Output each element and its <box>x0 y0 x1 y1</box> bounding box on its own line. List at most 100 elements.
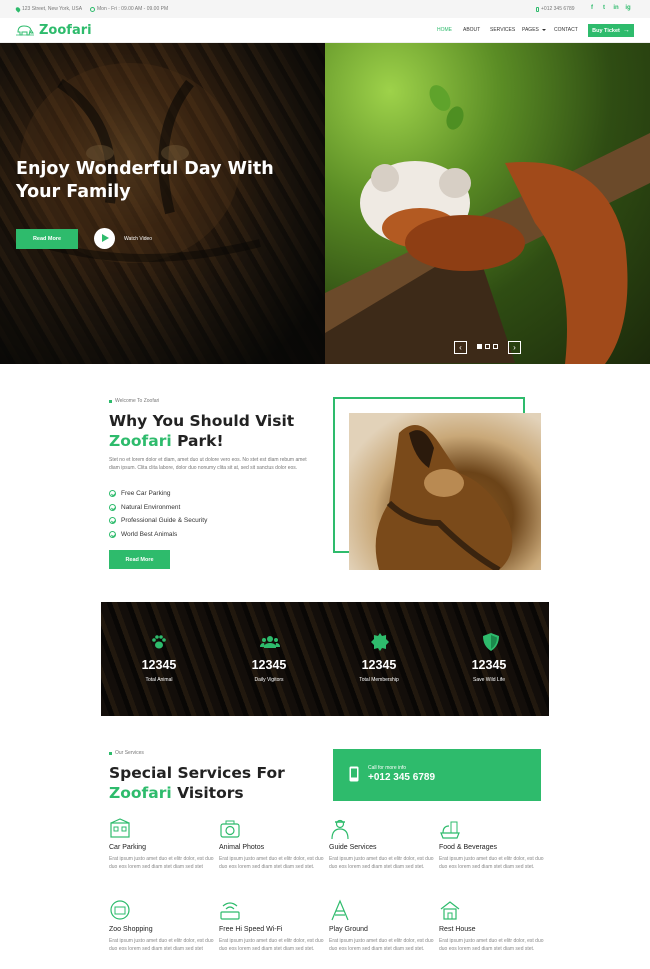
car-parking-icon <box>110 818 130 838</box>
service-title: Play Ground <box>329 926 368 933</box>
tag-marker-icon <box>109 751 112 755</box>
feature-item: World Best Animals <box>109 531 177 538</box>
hero-red-panda-image <box>325 43 650 364</box>
feature-label: Professional Guide & Security <box>121 517 208 524</box>
service-desc: Erat ipsum justo amet duo et elitr dolor… <box>439 938 544 952</box>
users-icon <box>260 636 280 648</box>
twitter-icon[interactable]: t <box>600 4 608 13</box>
clock-icon <box>90 6 95 12</box>
feature-item: Free Car Parking <box>109 490 171 497</box>
service-desc: Erat ipsum justo amet duo et elitr dolor… <box>219 938 324 952</box>
buy-ticket-label: Buy Ticket <box>592 27 620 34</box>
arrow-right-icon: → <box>622 27 630 34</box>
phone-info: +012 345 6789 <box>536 6 575 12</box>
feature-item: Professional Guide & Security <box>109 517 207 524</box>
nav-about[interactable]: ABOUT <box>463 27 480 33</box>
about-heading-rest: Park! <box>171 432 224 450</box>
about-read-more-button[interactable]: Read More <box>109 550 170 569</box>
stats-section: 12345 Total Animal 12345 Daily Vigitors … <box>101 602 549 716</box>
carousel-dot[interactable] <box>485 344 490 349</box>
check-circle-icon <box>109 531 116 538</box>
linkedin-icon[interactable]: in <box>612 4 620 13</box>
carousel-next-button[interactable]: › <box>508 341 521 354</box>
carousel-prev-button[interactable]: ‹ <box>454 341 467 354</box>
about-tag-text: Welcome To Zoofari <box>115 398 160 404</box>
tag-marker-icon <box>109 399 112 403</box>
top-bar: 123 Street, New York, USA Mon - Fri : 09… <box>0 0 650 18</box>
services-heading-rest: Visitors <box>171 784 244 802</box>
about-heading-line2: Zoofari Park! <box>109 431 329 451</box>
services-heading-brand: Zoofari <box>109 784 172 802</box>
feature-item: Natural Environment <box>109 504 180 511</box>
navbar: Zoofari HOME ABOUT SERVICES PAGES CONTAC… <box>0 18 650 43</box>
hero-read-more-button[interactable]: Read More <box>16 229 78 249</box>
about-heading: Why You Should Visit Zoofari Park! <box>109 411 329 451</box>
address-text: 123 Street, New York, USA <box>22 6 83 12</box>
about-paragraph: Stet no et lorem dolor et diam, amet duo… <box>109 457 307 471</box>
service-title: Zoo Shopping <box>109 926 153 933</box>
shopping-icon <box>110 900 130 920</box>
hours-text: Mon - Fri : 09.00 AM - 09.00 PM <box>97 6 169 12</box>
services-tag: Our Services <box>109 750 144 756</box>
service-desc: Erat ipsum justo amet duo et elitr dolor… <box>109 938 214 952</box>
nav-pages-label: PAGES <box>522 27 539 33</box>
about-heading-brand: Zoofari <box>109 432 172 450</box>
about-tag: Welcome To Zoofari <box>109 398 159 404</box>
brand-logo[interactable]: Zoofari <box>39 23 92 38</box>
certificate-icon <box>371 633 389 651</box>
feature-label: World Best Animals <box>121 531 178 538</box>
stat-value: 12345 <box>471 658 507 672</box>
services-heading: Special Services For Zoofari Visitors <box>109 763 329 803</box>
facebook-icon[interactable]: f <box>588 4 596 13</box>
service-title: Rest House <box>439 926 476 933</box>
service-title: Guide Services <box>329 844 377 851</box>
services-heading-line1: Special Services For <box>109 764 285 782</box>
service-title: Animal Photos <box>219 844 265 851</box>
about-heading-line1: Why You Should Visit <box>109 412 295 430</box>
elephant-logo-icon[interactable] <box>16 24 34 36</box>
service-desc: Erat ipsum justo amet duo et elitr dolor… <box>109 856 214 870</box>
service-desc: Erat ipsum justo amet duo et elitr dolor… <box>329 856 434 870</box>
address-info: 123 Street, New York, USA <box>14 5 83 13</box>
hours-info: Mon - Fri : 09.00 AM - 09.00 PM <box>90 6 168 12</box>
call-label: Call for more info <box>368 765 407 771</box>
services-heading-line2: Zoofari Visitors <box>109 783 329 803</box>
nav-services[interactable]: SERVICES <box>490 27 515 33</box>
playground-icon <box>331 899 349 921</box>
nav-contact[interactable]: CONTACT <box>554 27 578 33</box>
check-circle-icon <box>109 517 116 524</box>
service-desc: Erat ipsum justo amet duo et elitr dolor… <box>329 938 434 952</box>
service-title: Food & Beverages <box>439 844 497 851</box>
stat-value: 12345 <box>141 658 177 672</box>
rest-house-icon <box>440 901 460 920</box>
watch-video-label[interactable]: Watch Video <box>124 236 152 242</box>
stat-value: 12345 <box>251 658 287 672</box>
service-desc: Erat ipsum justo amet duo et elitr dolor… <box>439 856 544 870</box>
feature-label: Free Car Parking <box>121 490 171 497</box>
red-panda-art <box>325 85 650 364</box>
guide-icon <box>331 819 349 840</box>
service-title: Car Parking <box>109 844 146 851</box>
check-circle-icon <box>109 504 116 511</box>
call-number[interactable]: +012 345 6789 <box>368 772 435 783</box>
service-title: Free Hi Speed Wi-Fi <box>219 926 283 933</box>
stat-value: 12345 <box>361 658 397 672</box>
feature-label: Natural Environment <box>121 504 181 511</box>
food-icon <box>440 821 460 839</box>
lion-image <box>349 413 541 570</box>
nav-pages[interactable]: PAGES <box>522 27 547 33</box>
stat-label: Total Animal <box>145 677 173 683</box>
carousel-dot[interactable] <box>493 344 498 349</box>
nav-home[interactable]: HOME <box>437 27 452 33</box>
stat-label: Save Wild Life <box>473 677 505 683</box>
buy-ticket-button[interactable]: Buy Ticket → <box>588 24 634 37</box>
phone-text: +012 345 6789 <box>541 6 575 12</box>
phone-icon <box>536 6 539 12</box>
carousel-dot[interactable] <box>477 344 482 349</box>
map-pin-icon <box>14 5 22 13</box>
call-info-box[interactable]: Call for more info +012 345 6789 <box>333 749 541 801</box>
mobile-phone-icon <box>349 766 359 782</box>
stat-label: Total Membership <box>359 677 399 683</box>
instagram-icon[interactable]: ig <box>624 4 632 13</box>
play-video-icon[interactable] <box>94 228 115 249</box>
